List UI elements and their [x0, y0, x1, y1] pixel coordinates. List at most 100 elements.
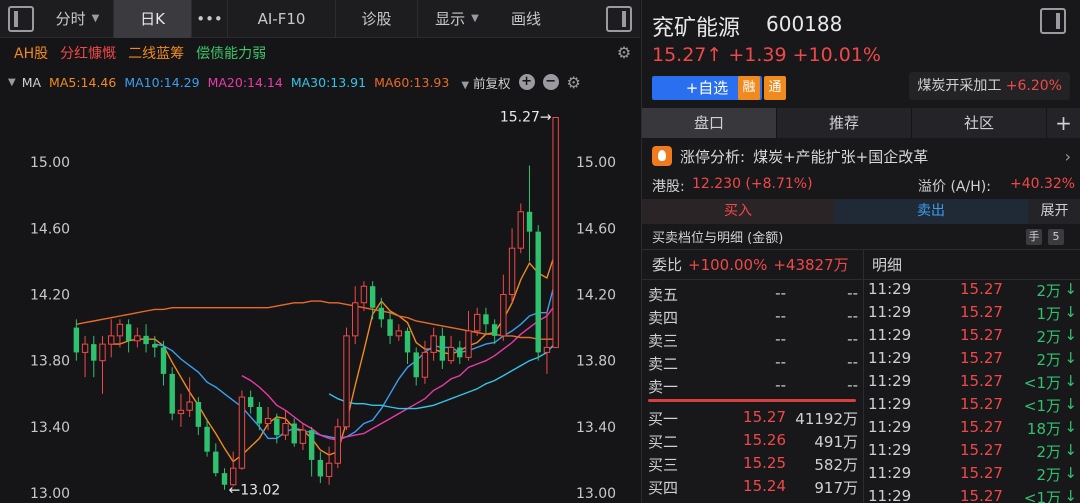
more-icon: •••: [196, 9, 223, 28]
y-tick-label-left: 13.00: [30, 486, 70, 502]
margin-tag[interactable]: 融: [738, 76, 760, 100]
y-tick-label-right: 13.00: [576, 486, 616, 502]
level-amount: --: [847, 307, 858, 325]
ask-row[interactable]: 卖一 -- --: [642, 376, 864, 398]
bid-row[interactable]: 买四 15.24 917万: [642, 477, 864, 499]
candle-body-down: [125, 324, 132, 341]
level-amount: 41192万: [795, 410, 858, 428]
tick-time: 11:29: [868, 418, 912, 436]
tab-add[interactable]: +: [1047, 108, 1080, 138]
chevron-down-icon: ▼: [91, 13, 100, 24]
depth-level-toggle[interactable]: 5: [1048, 229, 1064, 245]
candle-body-down: [291, 423, 297, 444]
ask-row[interactable]: 卖四 -- --: [642, 307, 864, 329]
tick-price: 15.27: [960, 441, 1003, 459]
connect-tag[interactable]: 通: [764, 76, 786, 100]
diagnose-button[interactable]: 诊股: [336, 0, 418, 38]
gear-icon[interactable]: ⚙: [567, 73, 581, 92]
y-tick-label-left: 14.60: [30, 221, 70, 237]
tick-time: 11:29: [868, 326, 912, 344]
candle-body-up: [81, 343, 89, 353]
ai-f10-button[interactable]: AI-F10: [228, 0, 336, 38]
bid-row[interactable]: 买二 15.26 491万: [642, 431, 864, 453]
gear-icon[interactable]: ⚙: [616, 45, 632, 61]
right-panel-toggle-icon[interactable]: [606, 5, 632, 32]
tag-blue-chip[interactable]: 二线蓝筹: [128, 43, 184, 63]
limit-up-reason[interactable]: 涨停分析: 煤炭+产能扩张+国企改革 ›: [642, 142, 1080, 170]
adjust-label: 前复权: [473, 75, 511, 91]
tag-ah-share[interactable]: AH股: [14, 43, 48, 63]
ma-label[interactable]: MA: [22, 75, 41, 90]
candle-body-down: [378, 307, 385, 320]
tab-daily-k[interactable]: 日K: [114, 0, 192, 38]
candle-body-up: [543, 346, 551, 353]
ah-premium-value: +40.32%: [1010, 176, 1076, 192]
tab-intraday[interactable]: 分时 ▼: [42, 0, 114, 38]
tick-price: 15.27: [960, 418, 1003, 436]
ask-row[interactable]: 卖三 -- --: [642, 330, 864, 352]
price-change-line: 15.27↑ +1.39 +10.01%: [652, 44, 881, 66]
depth-title: 买卖档位与明细 (金额): [652, 231, 784, 246]
ratio-amount: +43827万: [773, 256, 849, 274]
down-arrow-icon: ↓: [1064, 464, 1077, 482]
tab-recommend[interactable]: 推荐: [777, 108, 912, 138]
left-panel-toggle-icon[interactable]: [8, 5, 34, 32]
draw-line-button[interactable]: 画线: [496, 0, 556, 38]
tab-community[interactable]: 社区: [912, 108, 1047, 138]
tag-dividend[interactable]: 分红慷慨: [60, 43, 116, 63]
candle-body-up: [282, 423, 289, 436]
ask-row[interactable]: 卖二 -- --: [642, 353, 864, 375]
candle-body-down: [195, 402, 202, 427]
ask-row[interactable]: 卖五 -- --: [642, 284, 864, 306]
sell-button[interactable]: 卖出: [834, 199, 1028, 224]
tag-solvency[interactable]: 偿债能力弱: [196, 43, 266, 63]
tick-price: 15.27: [960, 280, 1003, 298]
expand-button[interactable]: 展开: [1028, 199, 1080, 224]
display-dropdown[interactable]: 显示 ▼: [418, 0, 496, 38]
tick-time: 11:29: [868, 280, 912, 298]
hand-toggle[interactable]: 手: [1026, 229, 1042, 245]
more-button[interactable]: •••: [192, 0, 228, 38]
candle-body-up: [99, 343, 106, 362]
tick-time: 11:29: [868, 395, 912, 413]
y-tick-label-left: 13.40: [30, 420, 70, 436]
candle-body-up: [325, 462, 333, 477]
candle-body-up: [395, 330, 402, 337]
tick-price: 15.27: [960, 326, 1003, 344]
level-label: 卖四: [648, 309, 679, 327]
sector-badge[interactable]: 煤炭开采加工 +6.20%: [909, 72, 1070, 100]
candle-body-down: [483, 314, 489, 325]
zoom-out-icon[interactable]: −: [542, 74, 559, 90]
tick-amount: 1万: [1036, 305, 1061, 323]
tick-time: 11:29: [868, 464, 912, 482]
tick-time: 11:29: [868, 487, 912, 503]
tick-row: 11:29 15.27 2万 ↓: [864, 349, 1080, 371]
collapse-chevron-icon[interactable]: ▼: [8, 77, 16, 88]
buy-button[interactable]: 买入: [642, 199, 834, 224]
candle-body-up: [177, 409, 185, 415]
panel-collapse-icon[interactable]: [1040, 8, 1066, 34]
kline-chart[interactable]: 15.00 15.00 14.60 14.60 14.20 14.20 13.80 13.80…: [0, 96, 640, 503]
tick-row: 11:29 15.27 18万 ↓: [864, 418, 1080, 440]
candle-body-up: [134, 335, 141, 342]
zoom-in-icon[interactable]: +: [518, 74, 535, 90]
down-arrow-icon: ↓: [1064, 372, 1077, 390]
fire-icon: [652, 146, 672, 166]
candle-body-up: [360, 285, 368, 304]
level-label: 卖一: [648, 378, 679, 396]
tick-price: 15.27: [960, 395, 1003, 413]
level-amount: --: [847, 353, 858, 371]
bid-row[interactable]: 买三 15.25 582万: [642, 454, 864, 476]
stock-tag-bar: AH股 分红慷慨 二线蓝筹 偿债能力弱 ⚙: [0, 38, 640, 68]
tab-orderbook[interactable]: 盘口: [642, 108, 777, 138]
level-price: --: [775, 330, 786, 348]
adjust-dropdown[interactable]: ▼ 前复权: [461, 73, 510, 92]
candle-body-down: [204, 426, 210, 452]
y-tick-label-left: 14.20: [30, 288, 70, 304]
ma30-value: MA30:13.91: [290, 74, 367, 90]
candle-body-up: [264, 418, 272, 425]
bid-row[interactable]: 买一 15.27 41192万: [642, 408, 864, 430]
tick-row: 11:29 15.27 <1万 ↓: [864, 487, 1080, 503]
tick-time: 11:29: [868, 349, 912, 367]
max-price-label: 15.27→: [500, 110, 552, 126]
